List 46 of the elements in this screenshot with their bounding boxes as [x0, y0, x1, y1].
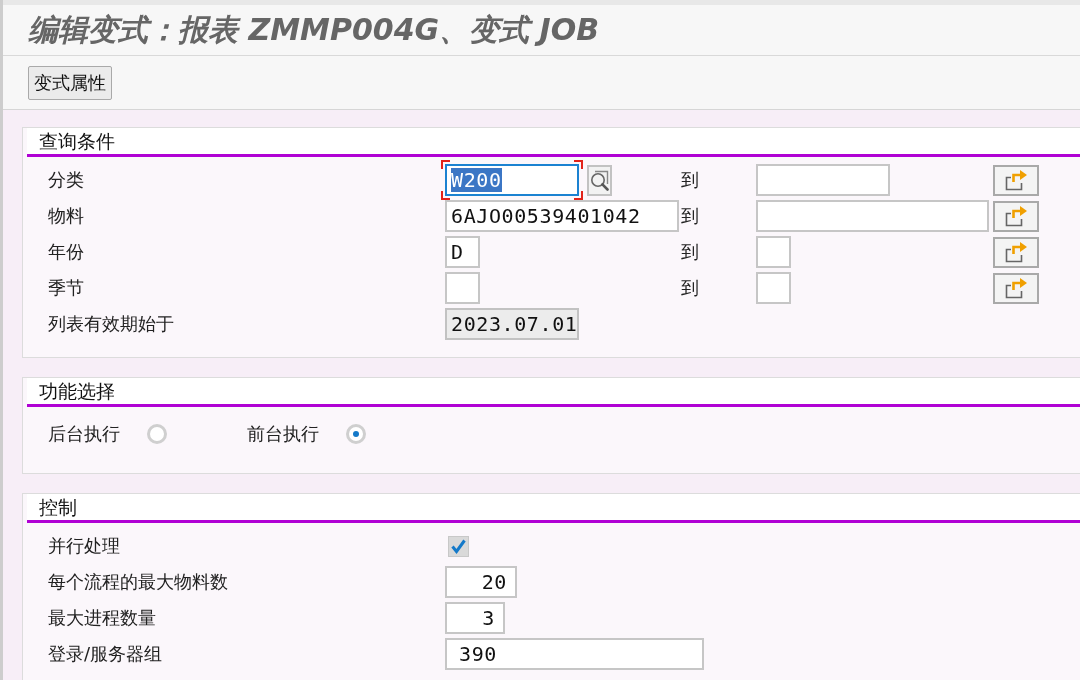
date-field: 2023.07.01 [445, 308, 579, 340]
field-label: 年份 [48, 240, 84, 264]
search-help-button[interactable] [587, 164, 612, 196]
field-label: 季节 [48, 276, 84, 300]
input-field[interactable]: D [445, 236, 480, 268]
input-field[interactable] [756, 272, 791, 304]
field-label: 物料 [48, 204, 84, 228]
checkbox[interactable] [448, 535, 469, 557]
multiple-selection-button[interactable] [993, 164, 1039, 196]
input-field[interactable]: 20 [445, 566, 517, 598]
input-field[interactable]: W200 [445, 164, 579, 196]
input-field[interactable]: 6AJO00539401042 [445, 200, 679, 232]
radio-label: 后台执行 [48, 422, 120, 446]
field-label: 登录/服务器组 [48, 642, 163, 666]
input-field[interactable]: 390 [445, 638, 704, 670]
field-label: 最大进程数量 [48, 606, 156, 630]
input-field[interactable] [756, 200, 989, 232]
field-label: 每个流程的最大物料数 [48, 570, 228, 594]
box-arrow-icon [1004, 277, 1028, 299]
multiple-selection-button[interactable] [993, 272, 1039, 304]
field-label: 分类 [48, 168, 84, 192]
radio-button[interactable] [147, 424, 167, 444]
radio-button[interactable] [346, 424, 366, 444]
section-header: 控制 [27, 494, 1080, 523]
field-label: 并行处理 [48, 534, 120, 558]
range-to-label: 到 [681, 240, 699, 264]
variant-attributes-button[interactable]: 变式属性 [28, 65, 112, 100]
input-field[interactable] [445, 272, 480, 304]
multiple-selection-button[interactable] [993, 200, 1039, 232]
box-arrow-icon [1004, 169, 1028, 191]
input-field[interactable] [756, 236, 791, 268]
section-header: 查询条件 [27, 128, 1080, 157]
box-arrow-icon [1004, 241, 1028, 263]
radio-label: 前台执行 [247, 422, 319, 446]
checkmark-icon [451, 538, 466, 554]
multiple-selection-button[interactable] [993, 236, 1039, 268]
range-to-label: 到 [681, 276, 699, 300]
input-field[interactable] [756, 164, 890, 196]
page-title: 编辑变式：报表 ZMMP004G、变式 JOB [28, 10, 600, 49]
search-icon [590, 169, 609, 191]
input-field[interactable]: 3 [445, 602, 505, 634]
range-to-label: 到 [681, 204, 699, 228]
field-label: 列表有效期始于 [48, 312, 174, 336]
range-to-label: 到 [681, 168, 699, 192]
section-header: 功能选择 [27, 378, 1080, 407]
box-arrow-icon [1004, 205, 1028, 227]
